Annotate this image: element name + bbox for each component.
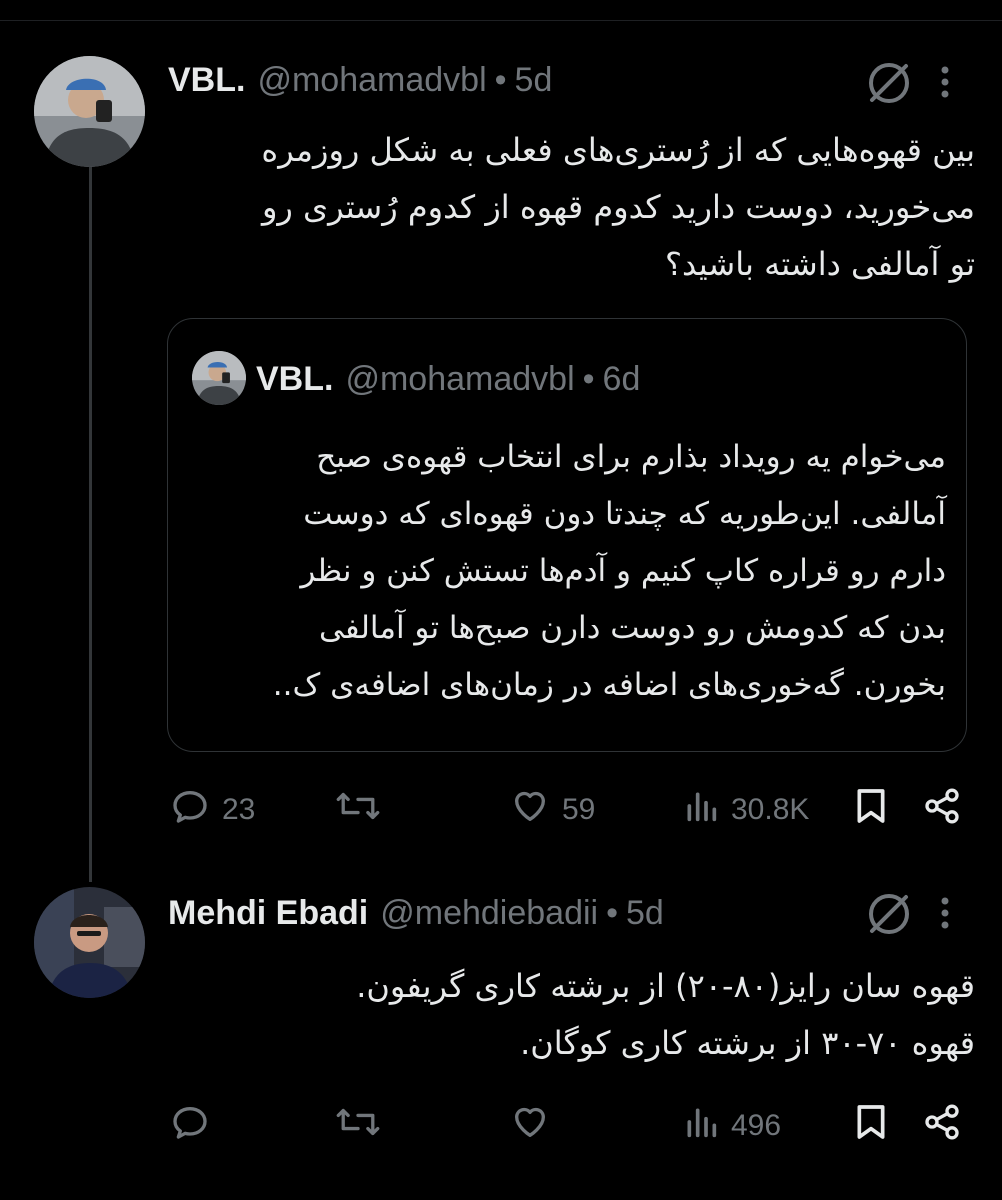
retweet-button[interactable] [335,1101,393,1151]
heart-icon [510,786,550,834]
quote-avatar [192,351,246,405]
quote-age: 6d [602,360,641,398]
tweet-header: Mehdi Ebadi @mehdiebadii • 5d [168,893,664,933]
views-count: 30.8K [731,793,810,826]
views-button[interactable]: 30.8K [683,785,809,835]
reply-button[interactable] [170,1101,222,1151]
share-button[interactable] [922,785,962,835]
quote-author-handle: @mohamadvbl [345,360,575,398]
author-handle[interactable]: @mehdiebadii [380,893,598,933]
separator-dot: • [606,894,619,932]
more-dots-icon[interactable] [930,62,960,107]
like-count: 59 [562,793,596,826]
more-dots-icon[interactable] [930,893,960,938]
reply-button[interactable]: 23 [170,785,255,835]
quote-header: VBL. @mohamadvbl • 6d [256,359,640,399]
views-icon [683,786,719,834]
bookmark-icon [853,1102,889,1150]
tweet-text: بین قهوه‌هایی که از رُستری‌های فعلی به ش… [261,131,975,283]
separator-dot: • [494,61,507,99]
share-icon [922,786,962,834]
quote-separator-dot: • [582,360,595,398]
tweet-age[interactable]: 5d [626,893,664,933]
author-name[interactable]: Mehdi Ebadi [168,893,368,933]
heart-icon [510,1102,550,1150]
like-button[interactable]: 59 [510,785,595,835]
grok-icon[interactable] [864,58,914,113]
share-button[interactable] [922,1101,962,1151]
reply-icon [170,786,210,834]
author-handle[interactable]: @mohamadvbl [257,60,486,100]
thread-connector-line [89,160,92,882]
bookmark-button[interactable] [853,785,889,835]
avatar-mehdi-ebadi[interactable] [34,887,145,998]
tweet-text: قهوه سان رایز(۸۰-۲۰) از برشته کاری گریفو… [356,967,975,1062]
retweet-icon [335,786,381,834]
views-count: 496 [731,1109,782,1142]
top-divider [0,20,1002,21]
bookmark-button[interactable] [853,1101,889,1151]
like-button[interactable] [510,1101,562,1151]
bookmark-icon [853,786,889,834]
tweet-age[interactable]: 5d [515,60,553,100]
grok-icon[interactable] [864,889,914,944]
quote-text: می‌خوام یه رویداد بذارم برای انتخاب قهوه… [272,439,946,703]
author-name[interactable]: VBL. [168,60,245,100]
tweet-actions: 496 [165,1101,970,1151]
tweet-header: VBL. @mohamadvbl • 5d [168,60,552,100]
reply-icon [170,1102,210,1150]
views-icon [683,1102,719,1150]
retweet-button[interactable] [335,785,393,835]
quoted-tweet-card[interactable]: VBL. @mohamadvbl • 6d می‌خوام یه رویداد … [167,318,967,752]
tweet-actions: 23 59 30.8K [165,785,970,835]
share-icon [922,1102,962,1150]
reply-count: 23 [222,793,256,826]
views-button[interactable]: 496 [683,1101,781,1151]
retweet-icon [335,1102,381,1150]
avatar-vbl[interactable] [34,56,145,167]
quote-author-name: VBL. [256,360,334,398]
